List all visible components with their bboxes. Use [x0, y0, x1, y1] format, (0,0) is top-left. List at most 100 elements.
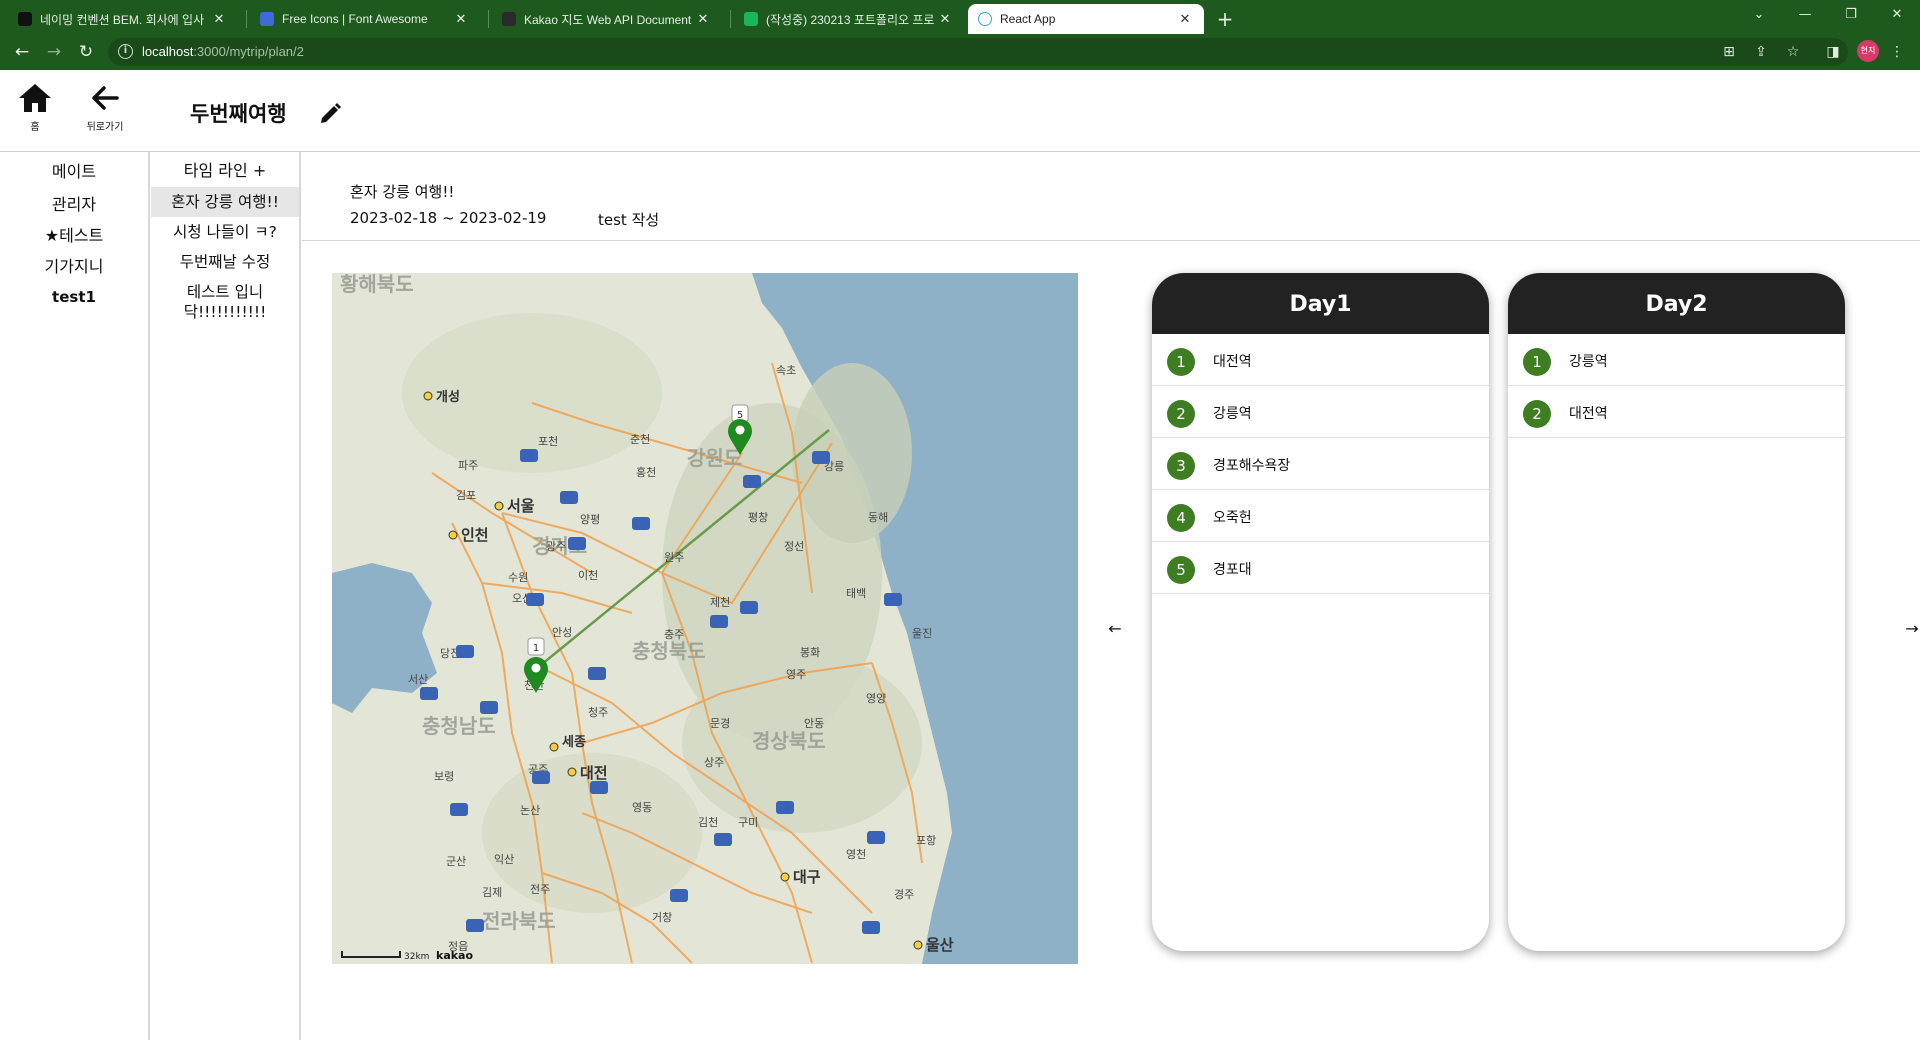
timeline-item[interactable]: 두번째날 수정 [151, 247, 299, 277]
browser-tab[interactable]: 네이밍 컨벤션 BEM. 회사에 입사 ✕ [8, 4, 238, 34]
share-icon[interactable]: ⇪ [1752, 43, 1770, 61]
address-bar[interactable]: i localhost:3000/mytrip/plan/2 [108, 38, 1848, 66]
kakao-map[interactable]: 황해북도 강원도 경기도 충청북도 충청남도 경상북도 전라북도 개성 서울 인… [332, 273, 1078, 964]
stop-item[interactable]: 2 대전역 [1508, 386, 1845, 438]
timeline-item[interactable]: 테스트 입니닥!!!!!!!!!!! [151, 277, 299, 327]
map-city-label: 속초 [776, 364, 796, 377]
map-city-label: 안동 [804, 717, 824, 730]
home-label: 홈 [30, 122, 40, 133]
map-city-label: 보령 [434, 770, 454, 783]
prev-day-arrow-icon[interactable]: ← [1105, 619, 1125, 639]
highway-shield [568, 537, 586, 550]
day-card: Day1 1 대전역 2 강릉역 3 경포해수욕장 4 오죽헌 5 경포대 [1152, 273, 1489, 951]
menu-kebab-icon[interactable]: ⋮ [1888, 43, 1906, 61]
reload-icon[interactable]: ↻ [74, 40, 98, 64]
favicon-icon [18, 12, 32, 26]
stop-number-badge: 3 [1167, 452, 1195, 480]
browser-toolbar: ← → ↻ i localhost:3000/mytrip/plan/2 ⊞ ⇪… [0, 34, 1920, 70]
map-city-label: 서산 [408, 673, 428, 686]
plan-title: 혼자 강릉 여행!! [350, 183, 455, 201]
site-info-icon[interactable]: i [118, 44, 133, 59]
tab-divider [246, 10, 247, 28]
mate-item[interactable]: test1 [0, 282, 148, 313]
react-icon [978, 12, 992, 26]
forward-arrow-icon[interactable]: → [42, 40, 66, 64]
highway-shield [743, 475, 761, 488]
url-host: localhost [142, 44, 194, 59]
highway-shield [450, 803, 468, 816]
minimize-icon[interactable]: — [1782, 0, 1828, 30]
mate-sidebar: 메이트 관리자 ★테스트 기가지니 test1 [0, 152, 150, 1040]
map-city-label: 세종 [562, 735, 586, 750]
map-city-label: 영양 [866, 692, 886, 705]
browser-tab[interactable]: Free Icons | Font Awesome ✕ [250, 4, 480, 34]
side-panel-icon[interactable]: ◨ [1824, 43, 1842, 61]
tab-title: (작성중) 230213 포트폴리오 프로 [766, 12, 935, 27]
close-tab-icon[interactable]: ✕ [936, 11, 954, 27]
home-icon [19, 84, 51, 112]
tab-divider [488, 10, 489, 28]
tab-search-icon[interactable]: ⌄ [1736, 0, 1782, 30]
map-city-label: 평창 [748, 511, 768, 524]
map-region-label: 황해북도 [340, 273, 414, 296]
highway-shield [466, 919, 484, 932]
stop-item[interactable]: 1 대전역 [1152, 334, 1489, 386]
tab-title: 네이밍 컨벤션 BEM. 회사에 입사 [40, 12, 205, 27]
arrow-left-icon [92, 86, 119, 110]
browser-tab-active[interactable]: React App ✕ [968, 4, 1204, 34]
stop-item[interactable]: 2 강릉역 [1152, 386, 1489, 438]
next-day-arrow-icon[interactable]: → [1902, 619, 1920, 639]
tab-title: Kakao 지도 Web API Document [524, 12, 692, 27]
mate-item[interactable]: 관리자 [0, 189, 148, 220]
map-city-label: 제천 [710, 595, 730, 609]
close-tab-icon[interactable]: ✕ [210, 11, 228, 27]
close-tab-icon[interactable]: ✕ [694, 11, 712, 27]
stop-item[interactable]: 5 경포대 [1152, 542, 1489, 594]
highway-shield [632, 517, 650, 530]
restore-icon[interactable]: ❐ [1828, 0, 1874, 30]
bookmark-star-icon[interactable]: ☆ [1784, 43, 1802, 61]
browser-tab[interactable]: Kakao 지도 Web API Document ✕ [492, 4, 722, 34]
url-path: :3000/mytrip/plan/2 [193, 44, 304, 59]
map-city-label: 울진 [912, 627, 932, 640]
map-city-label: 영주 [786, 668, 806, 681]
url-text[interactable]: localhost:3000/mytrip/plan/2 [142, 44, 304, 59]
highway-shield [884, 593, 902, 606]
home-button[interactable]: 홈 [9, 82, 61, 133]
close-tab-icon[interactable]: ✕ [1176, 11, 1194, 27]
mate-item[interactable]: 기가지니 [0, 251, 148, 282]
map-region-label: 충청북도 [632, 639, 706, 663]
map-city-label: 인천 [461, 526, 489, 544]
add-timeline-button[interactable]: 타임 라인 + [151, 155, 299, 187]
profile-avatar[interactable]: 현지 [1857, 40, 1879, 62]
timeline-item[interactable]: 혼자 강릉 여행!! [151, 187, 299, 217]
velog-icon [744, 12, 758, 26]
map-city-label: 파주 [458, 459, 478, 472]
close-tab-icon[interactable]: ✕ [452, 11, 470, 27]
map-canvas[interactable]: 황해북도 강원도 경기도 충청북도 충청남도 경상북도 전라북도 개성 서울 인… [332, 273, 1078, 964]
back-button[interactable]: 뒤로가기 [79, 82, 131, 133]
highway-shield [520, 449, 538, 462]
map-city-label: 상주 [704, 756, 724, 769]
map-city-label: 영동 [632, 801, 652, 814]
trip-title: 두번째여행 [190, 102, 287, 126]
plan-author: test 작성 [598, 211, 660, 229]
stop-item[interactable]: 4 오죽헌 [1152, 490, 1489, 542]
browser-tab[interactable]: (작성중) 230213 포트폴리오 프로 ✕ [734, 4, 964, 34]
kakao-logo: kakao [436, 949, 473, 962]
mate-item[interactable]: ★테스트 [0, 220, 148, 251]
timeline-item[interactable]: 시청 나들이 ㅋ? [151, 217, 299, 247]
edit-title-button[interactable] [318, 102, 342, 126]
day-card: Day2 1 강릉역 2 대전역 [1508, 273, 1845, 951]
stop-item[interactable]: 1 강릉역 [1508, 334, 1845, 386]
back-arrow-icon[interactable]: ← [10, 40, 34, 64]
map-city-label: 경주 [894, 888, 914, 901]
highway-shield [862, 921, 880, 934]
stop-number-badge: 2 [1523, 400, 1551, 428]
translate-icon[interactable]: ⊞ [1720, 43, 1738, 61]
new-tab-icon[interactable]: + [1212, 6, 1238, 32]
map-city-label: 원주 [664, 551, 684, 564]
github-icon [502, 12, 516, 26]
close-window-icon[interactable]: ✕ [1874, 0, 1920, 30]
stop-item[interactable]: 3 경포해수욕장 [1152, 438, 1489, 490]
